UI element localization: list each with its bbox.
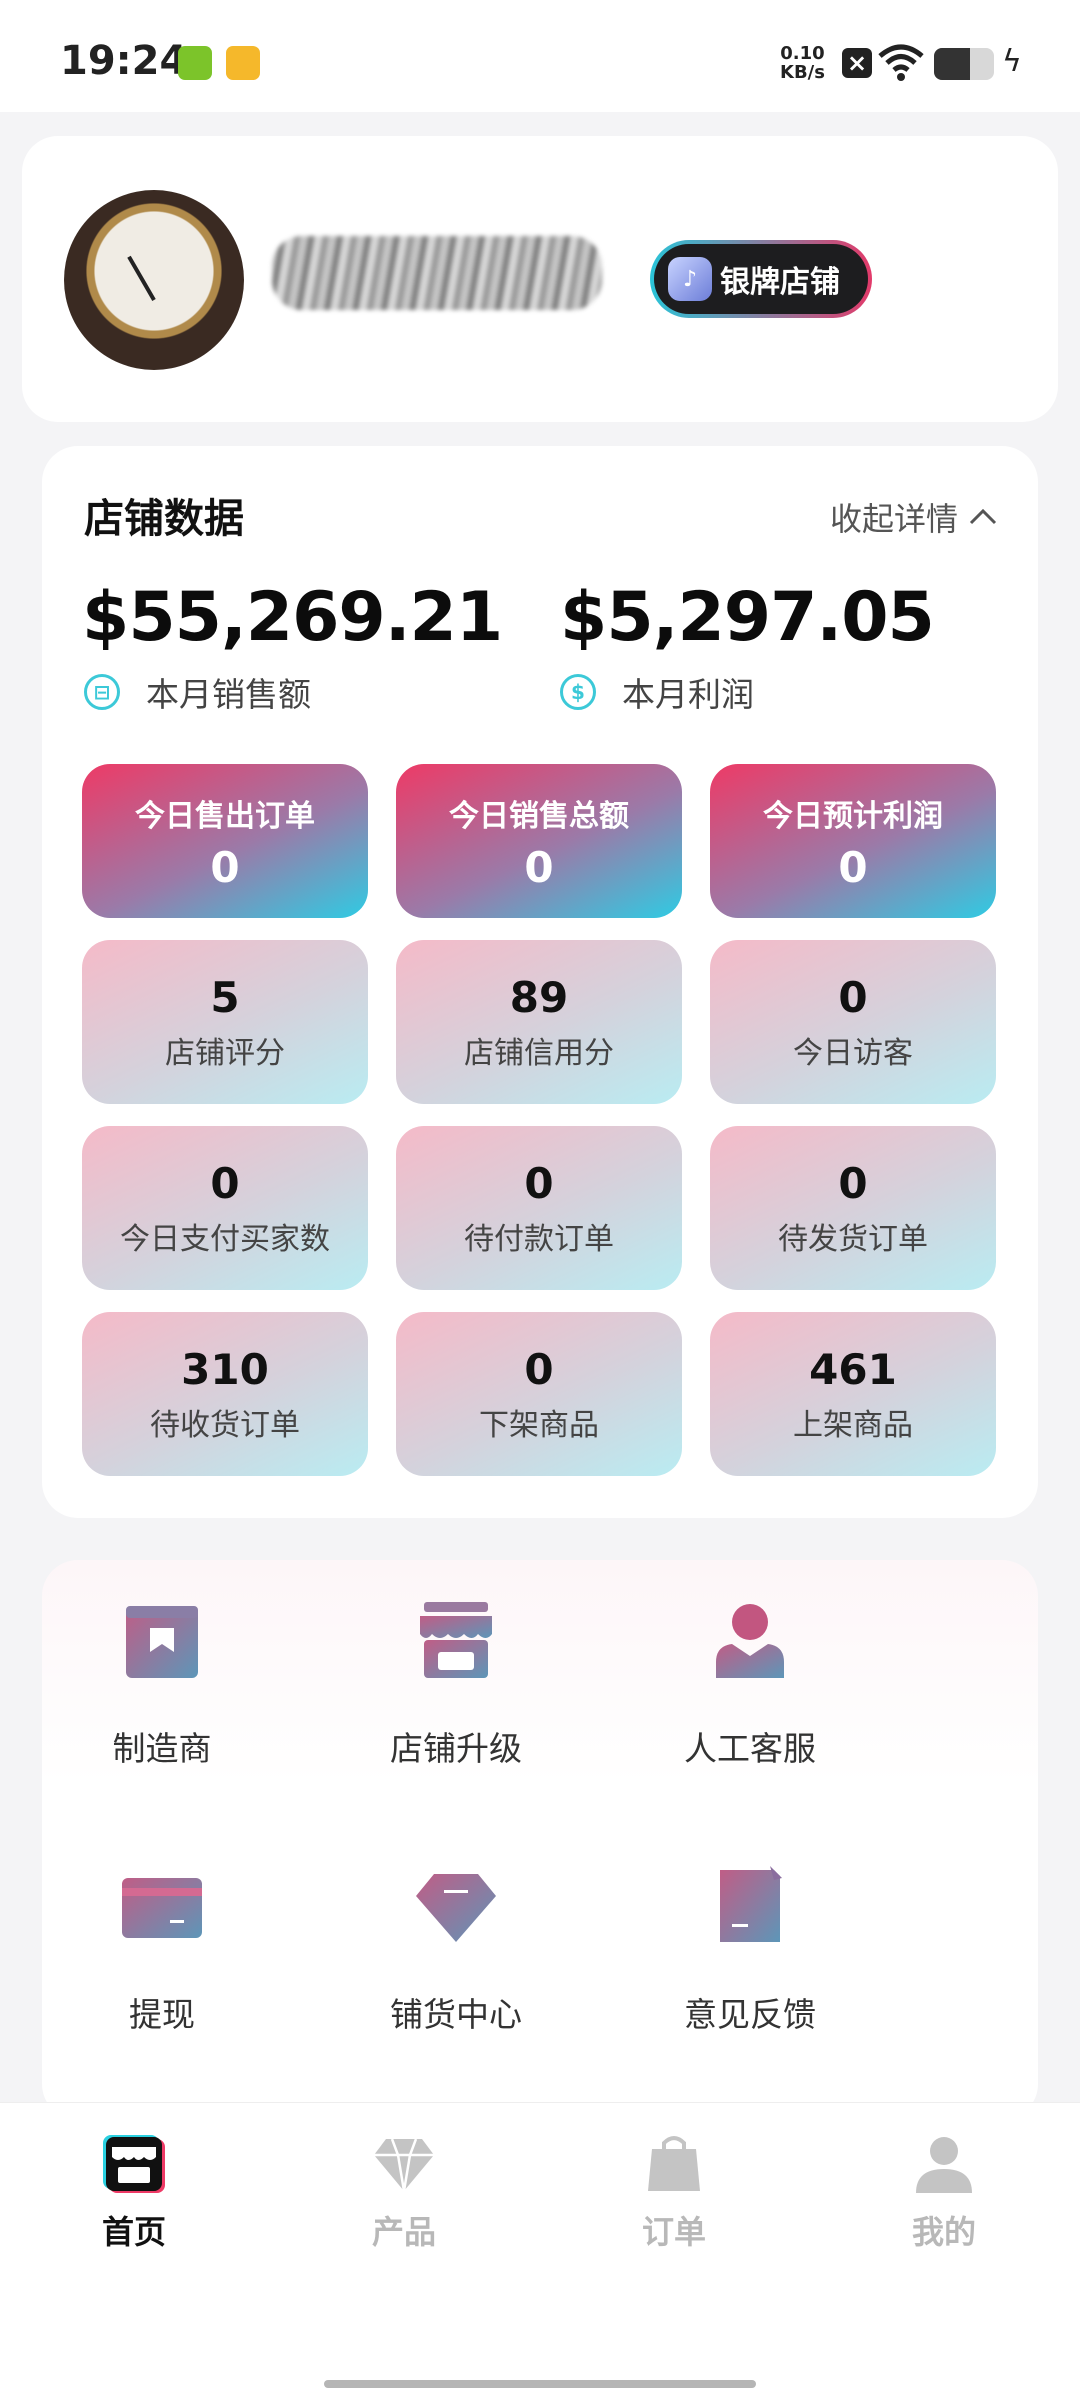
pending-receipt-tile[interactable]: 310 待收货订单 [82, 1312, 368, 1476]
status-time: 19:24 [60, 38, 188, 84]
nav-orders[interactable]: 订单 [574, 2131, 774, 2253]
tools-icon [226, 46, 260, 80]
store-level-badge[interactable]: ♪ 银牌店铺 [650, 240, 872, 318]
no-sim-icon: × [842, 48, 872, 78]
cart-icon: ⊟ [84, 674, 120, 710]
monthly-profit-label: 本月利润 [622, 675, 754, 714]
tile-value: 0 [524, 1344, 554, 1394]
today-orders-tile[interactable]: 今日售出订单 0 [82, 764, 368, 918]
battery-icon [934, 48, 994, 80]
storefront-icon [420, 1602, 492, 1678]
tile-value: 0 [838, 972, 868, 1022]
diamond-icon [374, 2138, 434, 2192]
today-buyers-tile[interactable]: 0 今日支付买家数 [82, 1126, 368, 1290]
wifi-icon [878, 44, 924, 81]
today-profit-tile[interactable]: 今日预计利润 0 [710, 764, 996, 918]
badge-label: 银牌店铺 [720, 265, 840, 300]
status-bar: 19:24 0.10 KB/s × ϟ [0, 0, 1080, 112]
collapse-label: 收起详情 [829, 500, 958, 538]
shortcut-manufacturer[interactable]: 制造商 [42, 1560, 282, 1780]
tile-label: 今日预计利润 [763, 798, 943, 834]
user-icon [916, 2137, 972, 2193]
store-data-card: 店铺数据 收起详情 $55,269.21 $5,297.05 ⊟ 本月销售额 $… [42, 446, 1038, 1518]
tile-value: 0 [838, 842, 868, 892]
bag-icon [648, 2136, 700, 2191]
today-visitors-tile[interactable]: 0 今日访客 [710, 940, 996, 1104]
nav-label: 订单 [641, 2213, 706, 2251]
today-sales-tile[interactable]: 今日销售总额 0 [396, 764, 682, 918]
nav-me[interactable]: 我的 [844, 2131, 1044, 2253]
shortcut-feedback[interactable]: 意见反馈 [630, 1826, 870, 2046]
tile-value: 0 [524, 1158, 554, 1208]
tile-label: 今日售出订单 [135, 798, 315, 834]
shortcut-label: 铺货中心 [390, 1995, 522, 2034]
monthly-sales-label: 本月销售额 [146, 675, 311, 714]
box-bookmark-icon [126, 1606, 198, 1678]
shortcut-label: 人工客服 [684, 1729, 816, 1768]
bottom-nav: 首页 产品 订单 我的 [0, 2102, 1080, 2392]
monthly-profit-caption: $ 本月利润 [560, 668, 754, 716]
tile-label: 上架商品 [793, 1407, 913, 1443]
shortcut-label: 制造商 [112, 1729, 212, 1768]
usb-icon [178, 46, 212, 80]
tile-value: 0 [524, 842, 554, 892]
card-icon [122, 1878, 202, 1938]
nav-home[interactable]: 首页 [34, 2131, 234, 2253]
dollar-icon: $ [560, 674, 596, 710]
delisted-products-tile[interactable]: 0 下架商品 [396, 1312, 682, 1476]
network-speed: 0.10 KB/s [780, 44, 825, 82]
profile-card: ♪ 银牌店铺 [22, 136, 1058, 422]
note-icon [720, 1866, 782, 1942]
pending-shipment-tile[interactable]: 0 待发货订单 [710, 1126, 996, 1290]
chevron-up-icon [969, 508, 997, 525]
tile-label: 待收货订单 [150, 1407, 300, 1443]
shortcut-customer-service[interactable]: 人工客服 [630, 1560, 870, 1780]
tile-label: 待发货订单 [778, 1221, 928, 1257]
monthly-sales-amount: $55,269.21 [82, 578, 503, 657]
store-data-title: 店铺数据 [84, 496, 244, 542]
store-name-redacted [272, 236, 602, 310]
credit-score-tile[interactable]: 89 店铺信用分 [396, 940, 682, 1104]
store-icon [103, 2135, 165, 2193]
diamond-icon [416, 1874, 496, 1942]
tile-value: 5 [210, 972, 240, 1022]
nav-label: 产品 [371, 2213, 436, 2251]
nav-label: 我的 [911, 2213, 976, 2251]
pending-payment-tile[interactable]: 0 待付款订单 [396, 1126, 682, 1290]
tile-value: 310 [181, 1344, 269, 1394]
shortcut-withdraw[interactable]: 提现 [42, 1826, 282, 2046]
tile-label: 今日访客 [793, 1035, 913, 1071]
home-indicator[interactable] [324, 2380, 756, 2388]
nav-label: 首页 [101, 2213, 166, 2251]
shortcut-distribution-center[interactable]: 铺货中心 [336, 1826, 576, 2046]
tile-value: 89 [509, 972, 569, 1022]
shortcuts-card: 制造商 店铺升级 人工客服 提现 铺货中心 意见反馈 [42, 1560, 1038, 2120]
tile-label: 店铺信用分 [464, 1035, 614, 1071]
listed-products-tile[interactable]: 461 上架商品 [710, 1312, 996, 1476]
tile-label: 店铺评分 [165, 1035, 285, 1071]
tile-label: 待付款订单 [464, 1221, 614, 1257]
person-icon [716, 1604, 784, 1678]
collapse-details-button[interactable]: 收起详情 [830, 494, 998, 540]
shortcut-label: 店铺升级 [390, 1729, 522, 1768]
tile-label: 今日支付买家数 [120, 1221, 330, 1257]
tile-label: 今日销售总额 [449, 798, 629, 834]
network-speed-unit: KB/s [780, 62, 825, 83]
tile-value: 0 [210, 842, 240, 892]
avatar[interactable] [64, 190, 244, 370]
charging-icon: ϟ [1002, 44, 1022, 79]
store-rating-tile[interactable]: 5 店铺评分 [82, 940, 368, 1104]
shortcut-label: 意见反馈 [684, 1995, 816, 2034]
tile-value: 0 [210, 1158, 240, 1208]
monthly-profit-amount: $5,297.05 [560, 578, 935, 657]
tile-value: 0 [838, 1158, 868, 1208]
tile-value: 461 [809, 1344, 897, 1394]
badge-logo-icon: ♪ [668, 257, 712, 301]
tile-label: 下架商品 [479, 1407, 599, 1443]
nav-products[interactable]: 产品 [304, 2131, 504, 2253]
shortcut-label: 提现 [129, 1995, 195, 2034]
monthly-sales-caption: ⊟ 本月销售额 [84, 668, 311, 716]
shortcut-store-upgrade[interactable]: 店铺升级 [336, 1560, 576, 1780]
network-speed-value: 0.10 [780, 43, 825, 64]
